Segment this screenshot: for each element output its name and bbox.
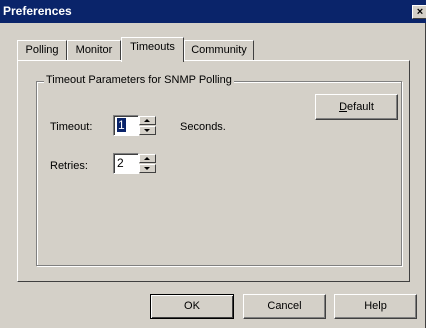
title-bar[interactable]: Preferences ×: [0, 0, 426, 23]
timeout-unit: Seconds.: [180, 121, 226, 133]
tab-community[interactable]: Community: [184, 40, 254, 60]
tab-timeouts[interactable]: Timeouts: [121, 37, 184, 62]
retries-label: Retries:: [50, 160, 88, 172]
default-accel: D: [339, 101, 348, 113]
retries-spinner[interactable]: 2: [113, 153, 156, 174]
retries-up-arrow-icon[interactable]: [139, 154, 156, 163]
timeout-input[interactable]: 1: [113, 115, 139, 136]
timeout-down-arrow-icon[interactable]: [139, 126, 156, 135]
default-button[interactable]: Default: [315, 94, 398, 120]
timeout-label: Timeout:: [50, 121, 93, 133]
close-icon[interactable]: ×: [412, 5, 426, 19]
timeout-spinner[interactable]: 1: [113, 115, 156, 136]
group-title: Timeout Parameters for SNMP Polling: [44, 74, 234, 86]
help-button[interactable]: Help: [334, 294, 417, 319]
cancel-button[interactable]: Cancel: [243, 294, 326, 319]
tab-monitor[interactable]: Monitor: [67, 40, 121, 60]
tab-polling[interactable]: Polling: [17, 40, 67, 60]
default-label: efault: [347, 101, 374, 113]
retries-input[interactable]: 2: [113, 153, 139, 174]
preferences-dialog: Preferences × Polling Monitor Timeouts C…: [0, 0, 426, 328]
ok-button[interactable]: OK: [150, 294, 234, 319]
timeout-value: 1: [117, 118, 126, 132]
window-title: Preferences: [3, 4, 72, 18]
timeout-up-arrow-icon[interactable]: [139, 116, 156, 125]
retries-down-arrow-icon[interactable]: [139, 164, 156, 173]
